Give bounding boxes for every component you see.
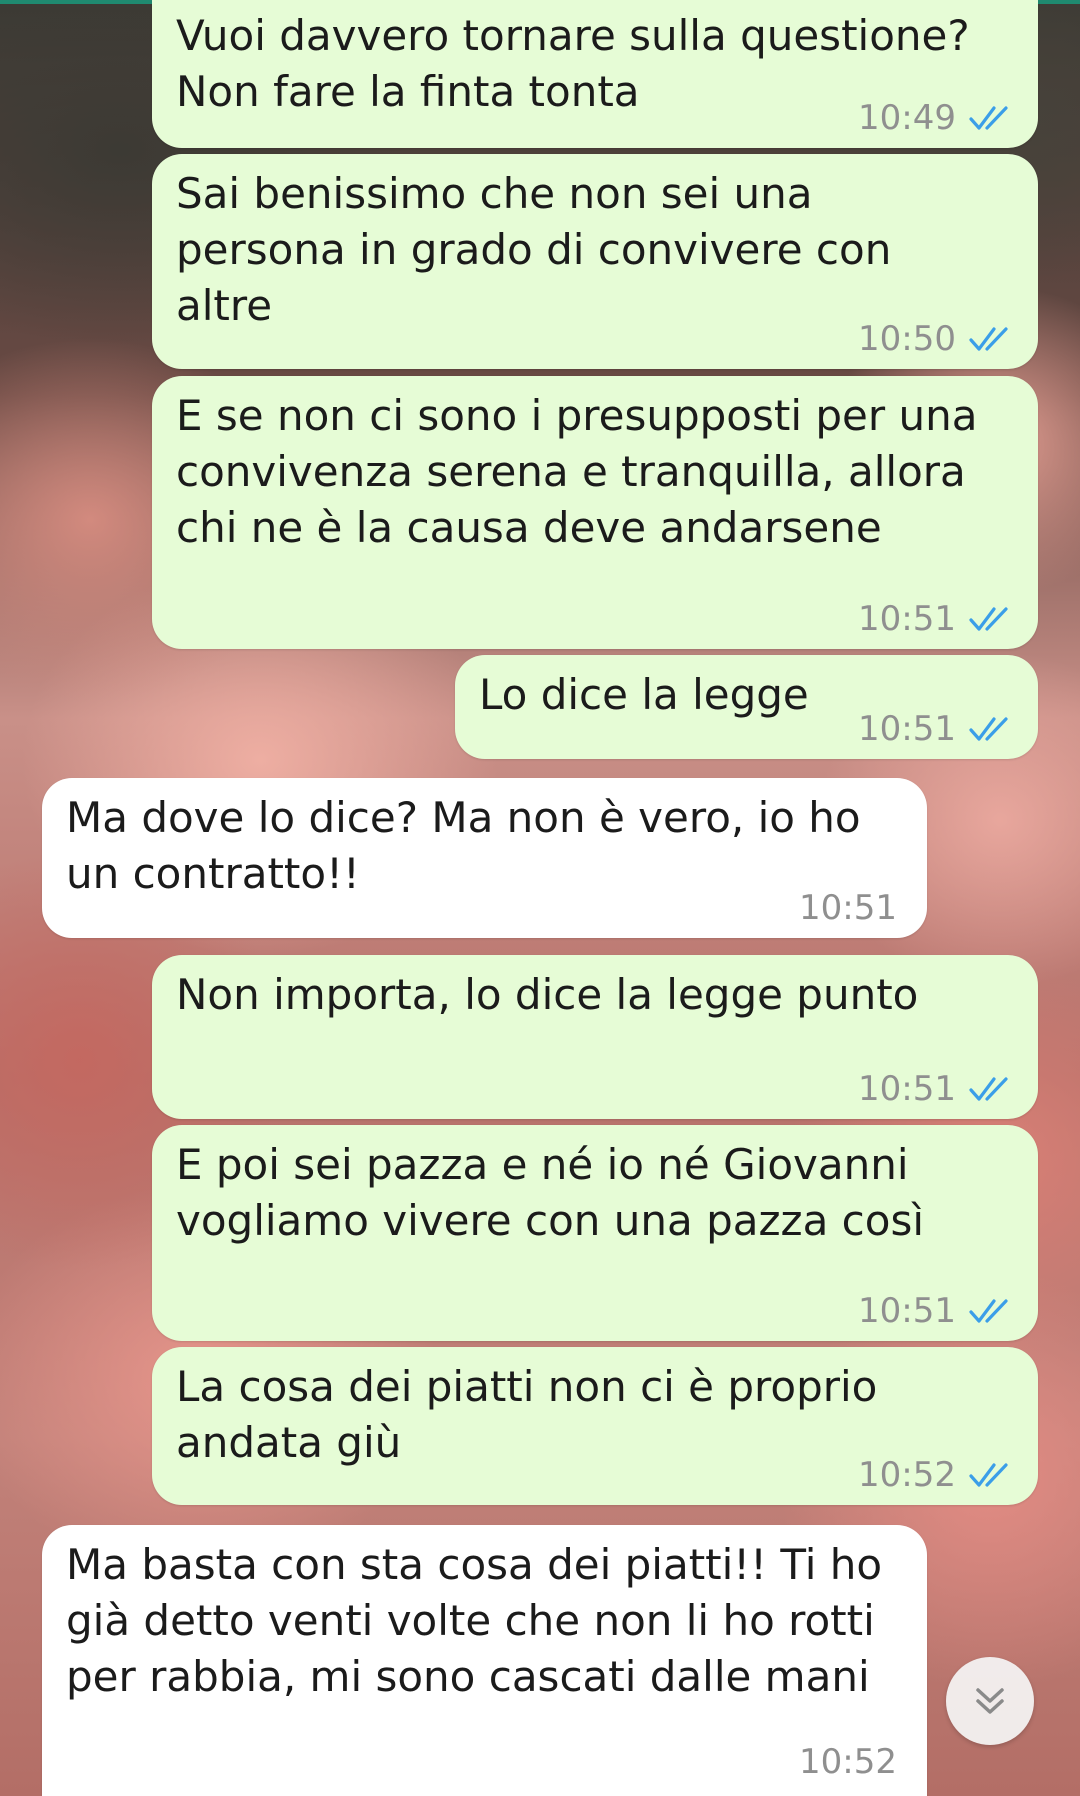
double-check-read-icon	[969, 717, 1008, 741]
double-check-read-icon	[969, 1299, 1008, 1323]
message-bubble-outgoing[interactable]: E poi sei pazza e né io né Giovanni vogl…	[152, 1125, 1038, 1341]
double-check-read-icon	[969, 106, 1008, 130]
message-text: E poi sei pazza e né io né Giovanni vogl…	[176, 1140, 925, 1245]
message-text: Sai benissimo che non sei una persona in…	[176, 169, 892, 330]
message-time: 10:51	[799, 888, 897, 928]
message-time: 10:51	[858, 599, 956, 639]
message-meta: 10:51	[858, 599, 1012, 639]
message-bubble-outgoing[interactable]: E se non ci sono i presupposti per una c…	[152, 376, 1038, 649]
message-time: 10:52	[799, 1742, 897, 1782]
message-meta: 10:51	[858, 1069, 1012, 1109]
message-bubble-outgoing[interactable]: Vuoi davvero tornare sulla questione? No…	[152, 0, 1038, 148]
message-meta: 10:51	[858, 1291, 1012, 1331]
double-check-read-icon	[969, 1077, 1008, 1101]
double-check-read-icon	[969, 607, 1008, 631]
scroll-to-bottom-button[interactable]	[946, 1657, 1034, 1745]
message-time: 10:52	[858, 1455, 956, 1495]
message-bubble-outgoing[interactable]: Sai benissimo che non sei una persona in…	[152, 154, 1038, 369]
message-meta: 10:49	[858, 98, 1012, 138]
message-bubble-outgoing[interactable]: Lo dice la legge 10:51	[455, 655, 1038, 759]
message-meta: 10:51	[858, 709, 1012, 749]
message-text: Non importa, lo dice la legge punto	[176, 970, 919, 1019]
message-time: 10:49	[858, 98, 956, 138]
chat-screen[interactable]: Vuoi davvero tornare sulla questione? No…	[0, 0, 1080, 1796]
message-time: 10:51	[858, 709, 956, 749]
message-text: Ma basta con sta cosa dei piatti!! Ti ho…	[66, 1540, 883, 1701]
message-bubble-incoming[interactable]: Ma basta con sta cosa dei piatti!! Ti ho…	[42, 1525, 927, 1796]
message-meta: 10:50	[858, 319, 1012, 359]
message-text: Ma dove lo dice? Ma non è vero, io ho un…	[66, 793, 861, 898]
double-check-read-icon	[969, 1463, 1008, 1487]
message-bubble-incoming[interactable]: Ma dove lo dice? Ma non è vero, io ho un…	[42, 778, 927, 938]
message-bubble-outgoing[interactable]: La cosa dei piatti non ci è proprio anda…	[152, 1347, 1038, 1505]
message-time: 10:50	[858, 319, 956, 359]
double-check-read-icon	[969, 327, 1008, 351]
message-bubble-outgoing[interactable]: Non importa, lo dice la legge punto 10:5…	[152, 955, 1038, 1119]
message-text: E se non ci sono i presupposti per una c…	[176, 391, 978, 552]
message-time: 10:51	[858, 1291, 956, 1331]
message-time: 10:51	[858, 1069, 956, 1109]
double-chevron-down-icon	[976, 1688, 1004, 1714]
message-meta: 10:51	[799, 888, 897, 928]
message-meta: 10:52	[799, 1742, 897, 1782]
message-meta: 10:52	[858, 1455, 1012, 1495]
